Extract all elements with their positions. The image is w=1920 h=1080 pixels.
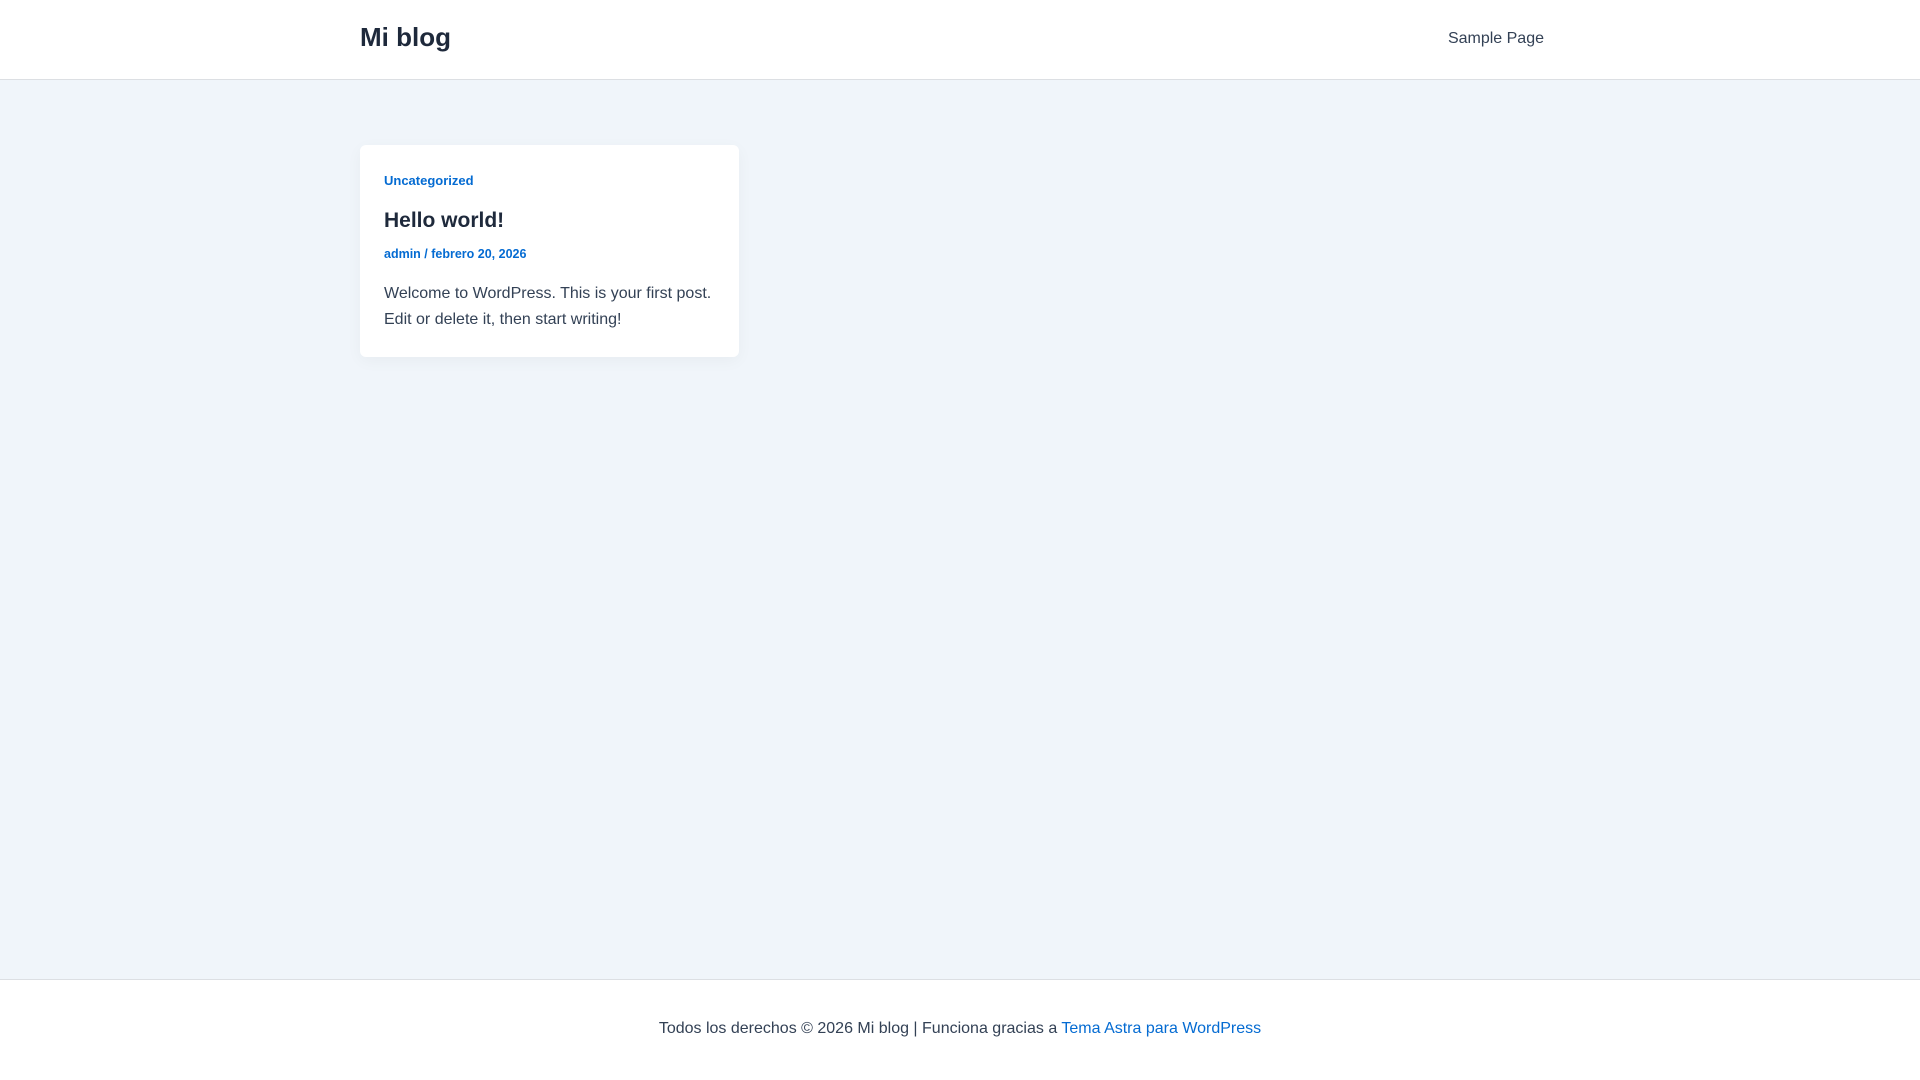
post-date-link[interactable]: febrero 20, 2026 bbox=[431, 247, 526, 261]
footer-copyright: Todos los derechos © 2026 Mi blog | Func… bbox=[658, 1020, 1062, 1037]
site-title-link[interactable]: Mi blog bbox=[360, 22, 451, 53]
site-header: Mi blog Sample Page bbox=[0, 0, 1920, 80]
footer-theme-link[interactable]: Tema Astra para WordPress bbox=[1061, 1020, 1261, 1037]
nav-item-sample-page[interactable]: Sample Page bbox=[1448, 30, 1544, 48]
post-author-link[interactable]: admin bbox=[384, 247, 421, 261]
post-meta: admin / febrero 20, 2026 bbox=[384, 247, 526, 261]
meta-separator: / bbox=[420, 247, 432, 261]
site-footer: Todos los derechos © 2026 Mi blog | Func… bbox=[0, 979, 1920, 1080]
post-card: Uncategorized Hello world! admin / febre… bbox=[360, 145, 739, 357]
post-title-link[interactable]: Hello world! bbox=[384, 209, 504, 233]
post-category-link[interactable]: Uncategorized bbox=[384, 173, 474, 188]
post-excerpt: Welcome to WordPress. This is your first… bbox=[384, 285, 712, 328]
